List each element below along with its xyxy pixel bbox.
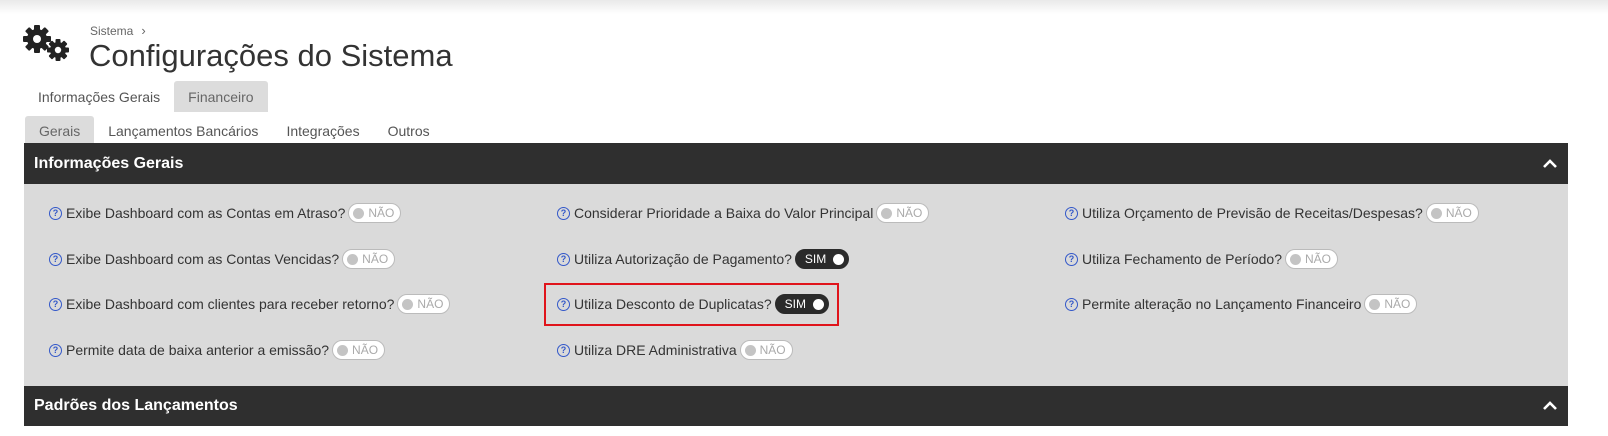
breadcrumb-parent[interactable]: Sistema (90, 24, 133, 38)
breadcrumb-separator-icon: › (141, 23, 146, 38)
top-tabs: Informações Gerais Financeiro (24, 81, 268, 113)
setting-label: Utiliza Orçamento de Previsão de Receita… (1082, 205, 1423, 221)
setting-item: ? Exibe Dashboard com as Contas Vencidas… (49, 248, 396, 270)
section-header-padroes-dos-lancamentos[interactable]: Padrões dos Lançamentos (24, 386, 1568, 426)
setting-label: Exibe Dashboard com as Contas Vencidas? (66, 251, 340, 267)
setting-item: ? Considerar Prioridade a Baixa do Valor… (557, 202, 930, 224)
help-icon[interactable]: ? (557, 252, 570, 266)
toggle-knob (833, 253, 845, 265)
toggle-switch[interactable]: NÃO (342, 249, 396, 269)
highlight-box (544, 283, 839, 326)
setting-label: Permite alteração no Lançamento Financei… (1082, 296, 1362, 312)
setting-item: ? Utiliza Autorização de Pagamento? SIM (557, 248, 850, 270)
subtab-integracoes[interactable]: Integrações (272, 116, 373, 146)
toggle-knob (744, 344, 756, 356)
section-header-informacoes-gerais[interactable]: Informações Gerais (24, 143, 1568, 184)
setting-label: Considerar Prioridade a Baixa do Valor P… (574, 205, 874, 221)
section-title: Informações Gerais (34, 154, 184, 172)
toggle-switch[interactable]: NÃO (1364, 294, 1418, 314)
help-icon[interactable]: ? (557, 206, 570, 220)
help-icon[interactable]: ? (557, 343, 570, 357)
tab-informacoes-gerais[interactable]: Informações Gerais (24, 81, 174, 112)
toggle-text: NÃO (417, 297, 444, 311)
setting-item: ? Permite data de baixa anterior a emiss… (49, 339, 386, 361)
subtab-outros[interactable]: Outros (374, 116, 444, 146)
setting-item: ? Exibe Dashboard com clientes para rece… (49, 293, 451, 315)
help-icon[interactable]: ? (1065, 206, 1078, 220)
help-icon[interactable]: ? (49, 297, 62, 311)
help-icon[interactable]: ? (49, 343, 62, 357)
toggle-knob (402, 298, 414, 310)
breadcrumb: Sistema › (90, 23, 146, 38)
toggle-switch[interactable]: NÃO (397, 294, 451, 314)
toggle-text: NÃO (368, 206, 395, 220)
help-icon[interactable]: ? (49, 206, 62, 220)
chevron-up-icon[interactable] (1542, 158, 1558, 169)
subtab-lancamentos-bancarios[interactable]: Lançamentos Bancários (94, 116, 272, 146)
setting-label: Exibe Dashboard com as Contas em Atraso? (66, 205, 346, 221)
toggle-text: NÃO (1445, 206, 1472, 220)
setting-item: ? Exibe Dashboard com as Contas em Atras… (49, 202, 402, 224)
gears-icon (23, 25, 69, 61)
toggle-text: SIM (804, 252, 827, 266)
subtab-gerais[interactable]: Gerais (25, 116, 95, 146)
page-title: Configurações do Sistema (89, 38, 453, 73)
setting-item: ? Utiliza Fechamento de Período? NÃO (1065, 248, 1339, 270)
help-icon[interactable]: ? (1065, 297, 1078, 311)
setting-label: Exibe Dashboard com clientes para recebe… (66, 296, 395, 312)
chevron-up-icon[interactable] (1542, 401, 1558, 411)
toggle-text: NÃO (1305, 252, 1332, 266)
setting-item: ? Utiliza DRE Administrativa NÃO (557, 339, 793, 361)
toggle-knob (347, 253, 359, 265)
toggle-switch[interactable]: NÃO (1425, 203, 1479, 223)
toggle-text: NÃO (1384, 297, 1411, 311)
toggle-knob (1369, 298, 1381, 310)
toggle-knob (1430, 207, 1442, 219)
setting-item: ? Permite alteração no Lançamento Financ… (1065, 293, 1418, 315)
section-title: Padrões dos Lançamentos (34, 397, 238, 414)
toggle-switch[interactable]: NÃO (1285, 249, 1339, 269)
toggle-knob (353, 207, 365, 219)
tab-financeiro[interactable]: Financeiro (174, 81, 268, 112)
toggle-switch[interactable]: NÃO (739, 340, 793, 360)
toggle-switch[interactable]: NÃO (348, 203, 402, 223)
toggle-knob (337, 344, 349, 356)
toggle-switch[interactable]: SIM (794, 249, 850, 269)
toggle-text: NÃO (352, 343, 379, 357)
toggle-text: NÃO (759, 343, 786, 357)
setting-label: Utiliza DRE Administrativa (574, 342, 737, 358)
toggle-knob (881, 207, 893, 219)
top-bar-shadow (0, 0, 1608, 14)
toggle-text: NÃO (362, 252, 389, 266)
toggle-knob (1290, 253, 1301, 265)
setting-item: ? Utiliza Orçamento de Previsão de Recei… (1065, 202, 1479, 224)
toggle-text: NÃO (896, 206, 923, 220)
toggle-switch[interactable]: NÃO (876, 203, 930, 223)
setting-label: Utiliza Fechamento de Período? (1082, 251, 1282, 267)
setting-label: Permite data de baixa anterior a emissão… (66, 342, 330, 358)
toggle-switch[interactable]: NÃO (332, 340, 386, 360)
help-icon[interactable]: ? (49, 252, 62, 266)
help-icon[interactable]: ? (1065, 252, 1078, 266)
setting-label: Utiliza Autorização de Pagamento? (574, 251, 792, 267)
